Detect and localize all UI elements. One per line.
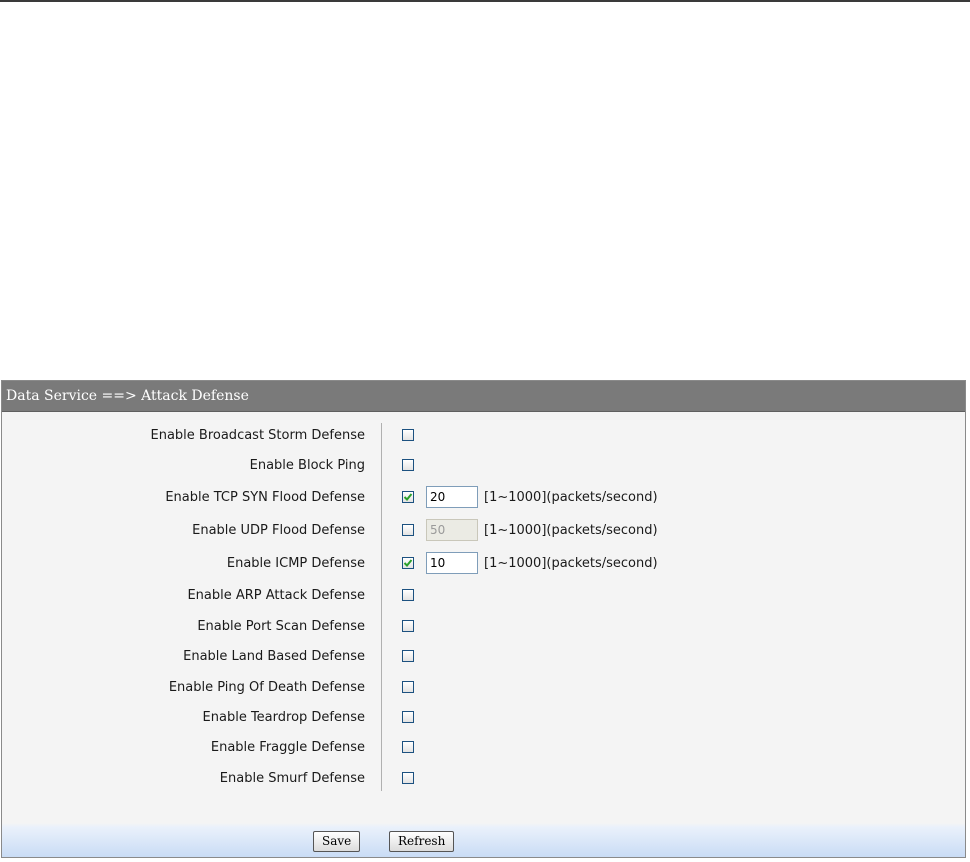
option-row-land-based: Enable Land Based Defense (2, 642, 965, 672)
range-hint: [1~1000](packets/second) (484, 490, 658, 505)
land-based-checkbox[interactable] (402, 650, 414, 662)
option-row-fraggle: Enable Fraggle Defense (2, 733, 965, 763)
port-scan-checkbox[interactable] (402, 620, 414, 632)
udp-flood-rate-input[interactable] (426, 519, 478, 541)
broadcast-storm-checkbox[interactable] (402, 429, 414, 441)
check-icon (403, 493, 413, 501)
options-form: Enable Broadcast Storm Defense Enable Bl… (2, 412, 965, 797)
option-label: Enable Teardrop Defense (202, 710, 365, 725)
tcp-syn-flood-rate-input[interactable] (426, 486, 478, 508)
ping-of-death-checkbox[interactable] (402, 681, 414, 693)
option-row-block-ping: Enable Block Ping (2, 451, 965, 481)
arp-attack-checkbox[interactable] (402, 589, 414, 601)
option-label: Enable ARP Attack Defense (187, 588, 365, 603)
option-row-smurf: Enable Smurf Defense (2, 764, 965, 794)
check-icon (403, 559, 413, 567)
icmp-checkbox[interactable] (402, 557, 414, 569)
option-label: Enable Port Scan Defense (197, 619, 365, 634)
icmp-rate-input[interactable] (426, 552, 478, 574)
refresh-button[interactable]: Refresh (389, 831, 455, 852)
range-hint: [1~1000](packets/second) (484, 523, 658, 538)
range-hint: [1~1000](packets/second) (484, 556, 658, 571)
top-rule (0, 0, 970, 2)
option-label: Enable ICMP Defense (226, 556, 365, 571)
option-label: Enable Smurf Defense (219, 771, 365, 786)
option-label: Enable Land Based Defense (183, 649, 365, 664)
button-bar: Save Refresh (2, 797, 965, 857)
udp-flood-checkbox[interactable] (402, 524, 414, 536)
option-row-tcp-syn-flood: Enable TCP SYN Flood Defense [1~1000](pa… (2, 483, 965, 513)
option-row-teardrop: Enable Teardrop Defense (2, 703, 965, 733)
option-row-udp-flood: Enable UDP Flood Defense [1~1000](packet… (2, 516, 965, 546)
attack-defense-panel: Data Service ==> Attack Defense Enable B… (1, 380, 966, 858)
option-row-icmp: Enable ICMP Defense [1~1000](packets/sec… (2, 549, 965, 579)
fraggle-checkbox[interactable] (402, 741, 414, 753)
option-row-port-scan: Enable Port Scan Defense (2, 612, 965, 642)
option-row-ping-of-death: Enable Ping Of Death Defense (2, 673, 965, 703)
tcp-syn-flood-checkbox[interactable] (402, 491, 414, 503)
save-button[interactable]: Save (313, 831, 361, 852)
option-label: Enable TCP SYN Flood Defense (165, 490, 365, 505)
option-row-broadcast-storm: Enable Broadcast Storm Defense (2, 421, 965, 451)
option-label: Enable Block Ping (249, 458, 365, 473)
option-label: Enable UDP Flood Defense (192, 523, 365, 538)
block-ping-checkbox[interactable] (402, 459, 414, 471)
option-label: Enable Fraggle Defense (210, 740, 365, 755)
option-label: Enable Ping Of Death Defense (168, 680, 365, 695)
option-label: Enable Broadcast Storm Defense (150, 428, 366, 443)
smurf-checkbox[interactable] (402, 772, 414, 784)
option-row-arp-attack: Enable ARP Attack Defense (2, 581, 965, 611)
teardrop-checkbox[interactable] (402, 711, 414, 723)
breadcrumb: Data Service ==> Attack Defense (2, 381, 965, 412)
